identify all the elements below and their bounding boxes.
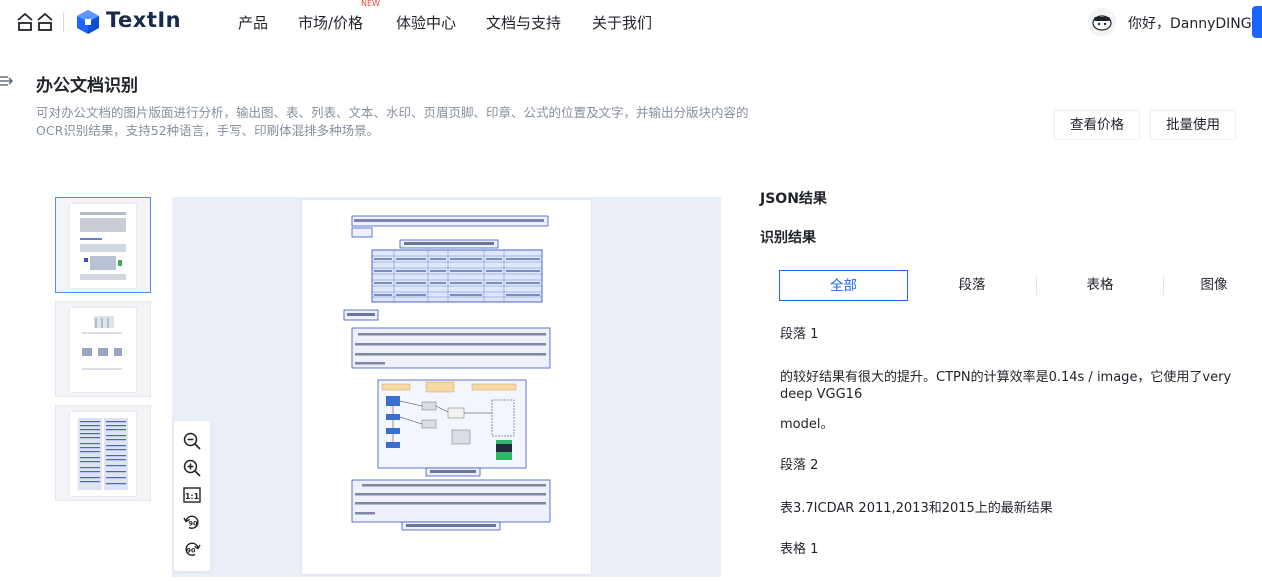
document-page-render <box>343 215 551 531</box>
tab-image[interactable]: 图像 <box>1164 270 1262 301</box>
nav-experience-center[interactable]: 体验中心 <box>396 12 456 33</box>
console-button-edge[interactable] <box>1252 6 1262 38</box>
page-thumbnail-3[interactable] <box>55 405 151 501</box>
user-avatar[interactable] <box>1088 8 1116 36</box>
tab-table[interactable]: 表格 <box>1037 270 1163 301</box>
top-navbar: TextIn 产品 市场/价格 NEW 体验中心 文档与支持 关于我们 你好，D… <box>0 0 1262 44</box>
result-text-table-caption[interactable]: 表3.7ICDAR 2011,2013和2015上的最新结果 <box>780 500 1250 517</box>
rotate-left-icon[interactable]: 90 <box>182 512 202 532</box>
result-heading-paragraph-2: 段落 2 <box>780 458 819 473</box>
rotate-right-icon[interactable]: 90 <box>182 539 202 559</box>
json-result-title[interactable]: JSON结果 <box>760 188 827 208</box>
result-heading-paragraph-1: 段落 1 <box>780 327 819 342</box>
hehe-logo-icon[interactable] <box>16 12 56 32</box>
tab-paragraph[interactable]: 段落 <box>908 270 1036 301</box>
page-thumbnail-1[interactable] <box>55 197 151 293</box>
avatar-face-icon <box>1088 8 1116 36</box>
page-description: 可对办公文档的图片版面进行分析，输出图、表、列表、文本、水印、页眉页脚、印章、公… <box>36 105 749 138</box>
page-title: 办公文档识别 <box>36 76 138 96</box>
rotate-left-label: 90 <box>188 520 198 528</box>
user-greeting[interactable]: 你好，DannyDING <box>1128 13 1252 33</box>
nav-market-pricing[interactable]: 市场/价格 <box>298 12 363 33</box>
result-tabs: 全部 段落 表格 图像 <box>779 270 1262 301</box>
result-heading-table-1: 表格 1 <box>780 542 819 557</box>
document-page-preview <box>302 200 591 574</box>
result-text-model[interactable]: model。 <box>780 416 1250 433</box>
thumbnail-page-preview <box>70 412 136 496</box>
zoom-in-icon[interactable] <box>182 458 202 478</box>
zoom-out-icon[interactable] <box>182 431 202 451</box>
logo-divider <box>63 12 64 32</box>
recognition-result-title: 识别结果 <box>760 230 816 246</box>
document-viewer[interactable]: 1:1 90 90 <box>172 197 721 577</box>
thumbnail-page-preview <box>70 308 136 392</box>
batch-use-button[interactable]: 批量使用 <box>1150 110 1236 140</box>
collapse-sidebar-icon[interactable] <box>0 74 14 88</box>
page-thumbnail-2[interactable] <box>55 301 151 397</box>
result-text-paragraph-1[interactable]: 的较好结果有很大的提升。CTPN的计算效率是0.14s / image，它使用了… <box>780 369 1250 403</box>
actual-size-label: 1:1 <box>185 492 200 501</box>
rotate-right-label: 90 <box>186 547 196 555</box>
brand-name[interactable]: TextIn <box>106 8 181 32</box>
nav-docs-support[interactable]: 文档与支持 <box>486 12 561 33</box>
thumbnail-page-preview <box>70 204 136 288</box>
nav-about-us[interactable]: 关于我们 <box>592 12 652 33</box>
new-badge: NEW <box>361 0 380 8</box>
nav-products[interactable]: 产品 <box>238 12 268 33</box>
zoom-toolbar: 1:1 90 90 <box>174 421 210 571</box>
actual-size-icon[interactable]: 1:1 <box>182 485 202 505</box>
tab-all[interactable]: 全部 <box>779 270 908 301</box>
view-price-button[interactable]: 查看价格 <box>1054 110 1140 140</box>
textin-cube-icon[interactable] <box>76 9 100 35</box>
